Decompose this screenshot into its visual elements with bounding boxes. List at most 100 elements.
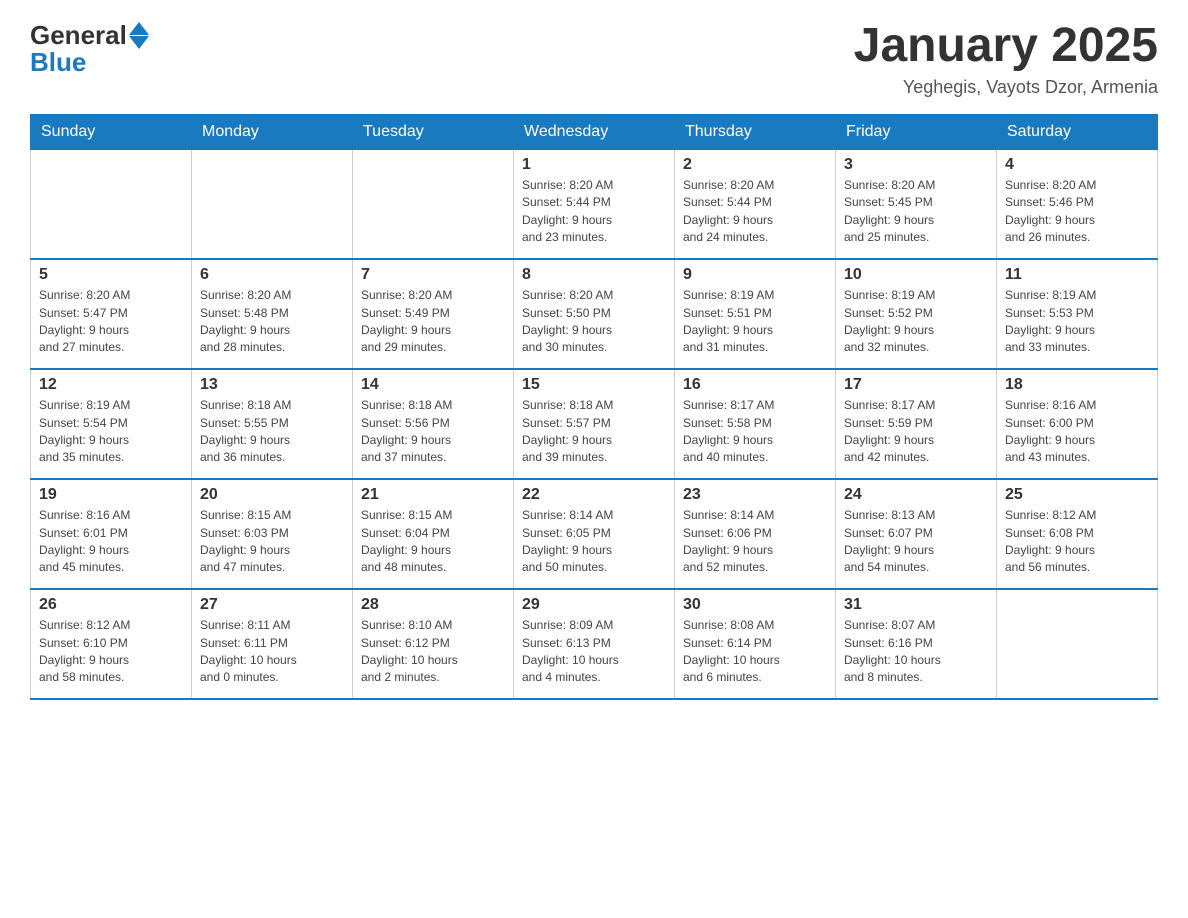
- day-info: Sunrise: 8:19 AMSunset: 5:53 PMDaylight:…: [1005, 287, 1149, 357]
- day-info: Sunrise: 8:19 AMSunset: 5:51 PMDaylight:…: [683, 287, 827, 357]
- day-number: 24: [844, 486, 988, 504]
- calendar-subtitle: Yeghegis, Vayots Dzor, Armenia: [854, 77, 1158, 98]
- calendar-cell: 28Sunrise: 8:10 AMSunset: 6:12 PMDayligh…: [353, 589, 514, 699]
- calendar-cell: 5 Sunrise: 8:20 AMSunset: 5:47 PMDaylight…: [31, 259, 192, 369]
- day-info: Sunrise: 8:07 AMSunset: 6:16 PMDaylight:…: [844, 617, 988, 687]
- day-number: 13: [200, 376, 344, 394]
- day-number: 4: [1005, 156, 1149, 174]
- day-number: 6: [200, 266, 344, 284]
- calendar-cell: 8 Sunrise: 8:20 AMSunset: 5:50 PMDaylight…: [514, 259, 675, 369]
- day-number: 12: [39, 376, 183, 394]
- day-number: 23: [683, 486, 827, 504]
- calendar-table: SundayMondayTuesdayWednesdayThursdayFrid…: [30, 114, 1158, 701]
- day-info: Sunrise: 8:11 AMSunset: 6:11 PMDaylight:…: [200, 617, 344, 687]
- calendar-cell: 10 Sunrise: 8:19 AMSunset: 5:52 PMDayligh…: [836, 259, 997, 369]
- day-info: Sunrise: 8:08 AMSunset: 6:14 PMDaylight:…: [683, 617, 827, 687]
- calendar-week-row: 1 Sunrise: 8:20 AMSunset: 5:44 PMDaylight…: [31, 149, 1158, 259]
- day-info: Sunrise: 8:13 AMSunset: 6:07 PMDaylight:…: [844, 507, 988, 577]
- day-number: 28: [361, 596, 505, 614]
- calendar-cell: 19 Sunrise: 8:16 AMSunset: 6:01 PMDayligh…: [31, 479, 192, 589]
- calendar-cell: 21 Sunrise: 8:15 AMSunset: 6:04 PMDayligh…: [353, 479, 514, 589]
- calendar-cell: 18 Sunrise: 8:16 AMSunset: 6:00 PMDayligh…: [997, 369, 1158, 479]
- day-info: Sunrise: 8:20 AMSunset: 5:47 PMDaylight:…: [39, 287, 183, 357]
- calendar-cell: 27 Sunrise: 8:11 AMSunset: 6:11 PMDayligh…: [192, 589, 353, 699]
- day-info: Sunrise: 8:17 AMSunset: 5:59 PMDaylight:…: [844, 397, 988, 467]
- weekday-header: Friday: [836, 114, 997, 149]
- calendar-cell: 26 Sunrise: 8:12 AMSunset: 6:10 PMDayligh…: [31, 589, 192, 699]
- day-number: 19: [39, 486, 183, 504]
- day-info: Sunrise: 8:20 AMSunset: 5:49 PMDaylight:…: [361, 287, 505, 357]
- calendar-cell: 13 Sunrise: 8:18 AMSunset: 5:55 PMDayligh…: [192, 369, 353, 479]
- day-number: 7: [361, 266, 505, 284]
- calendar-cell: [31, 149, 192, 259]
- calendar-cell: [997, 589, 1158, 699]
- weekday-header: Saturday: [997, 114, 1158, 149]
- day-info: Sunrise: 8:19 AMSunset: 5:52 PMDaylight:…: [844, 287, 988, 357]
- day-info: Sunrise: 8:18 AMSunset: 5:55 PMDaylight:…: [200, 397, 344, 467]
- calendar-cell: 31 Sunrise: 8:07 AMSunset: 6:16 PMDayligh…: [836, 589, 997, 699]
- logo-blue: Blue: [30, 47, 86, 78]
- calendar-cell: 14Sunrise: 8:18 AMSunset: 5:56 PMDayligh…: [353, 369, 514, 479]
- day-number: 18: [1005, 376, 1149, 394]
- calendar-cell: 7 Sunrise: 8:20 AMSunset: 5:49 PMDaylight…: [353, 259, 514, 369]
- calendar-cell: 2 Sunrise: 8:20 AMSunset: 5:44 PMDaylight…: [675, 149, 836, 259]
- calendar-cell: 9 Sunrise: 8:19 AMSunset: 5:51 PMDaylight…: [675, 259, 836, 369]
- calendar-cell: 1 Sunrise: 8:20 AMSunset: 5:44 PMDaylight…: [514, 149, 675, 259]
- calendar-cell: 23 Sunrise: 8:14 AMSunset: 6:06 PMDayligh…: [675, 479, 836, 589]
- calendar-cell: 4Sunrise: 8:20 AMSunset: 5:46 PMDaylight…: [997, 149, 1158, 259]
- day-info: Sunrise: 8:15 AMSunset: 6:03 PMDaylight:…: [200, 507, 344, 577]
- calendar-cell: 12 Sunrise: 8:19 AMSunset: 5:54 PMDayligh…: [31, 369, 192, 479]
- calendar-cell: 20 Sunrise: 8:15 AMSunset: 6:03 PMDayligh…: [192, 479, 353, 589]
- day-number: 1: [522, 156, 666, 174]
- day-number: 9: [683, 266, 827, 284]
- day-number: 3: [844, 156, 988, 174]
- day-info: Sunrise: 8:20 AMSunset: 5:48 PMDaylight:…: [200, 287, 344, 357]
- calendar-cell: 29 Sunrise: 8:09 AMSunset: 6:13 PMDayligh…: [514, 589, 675, 699]
- weekday-header: Sunday: [31, 114, 192, 149]
- calendar-cell: 30Sunrise: 8:08 AMSunset: 6:14 PMDayligh…: [675, 589, 836, 699]
- day-info: Sunrise: 8:19 AMSunset: 5:54 PMDaylight:…: [39, 397, 183, 467]
- day-info: Sunrise: 8:20 AMSunset: 5:45 PMDaylight:…: [844, 177, 988, 247]
- calendar-cell: [192, 149, 353, 259]
- calendar-cell: [353, 149, 514, 259]
- calendar-cell: 16Sunrise: 8:17 AMSunset: 5:58 PMDayligh…: [675, 369, 836, 479]
- day-info: Sunrise: 8:17 AMSunset: 5:58 PMDaylight:…: [683, 397, 827, 467]
- day-number: 31: [844, 596, 988, 614]
- calendar-cell: 25Sunrise: 8:12 AMSunset: 6:08 PMDayligh…: [997, 479, 1158, 589]
- calendar-cell: 24 Sunrise: 8:13 AMSunset: 6:07 PMDayligh…: [836, 479, 997, 589]
- day-number: 8: [522, 266, 666, 284]
- day-number: 11: [1005, 266, 1149, 284]
- day-info: Sunrise: 8:14 AMSunset: 6:06 PMDaylight:…: [683, 507, 827, 577]
- day-number: 2: [683, 156, 827, 174]
- day-number: 29: [522, 596, 666, 614]
- day-number: 20: [200, 486, 344, 504]
- day-info: Sunrise: 8:20 AMSunset: 5:44 PMDaylight:…: [683, 177, 827, 247]
- day-info: Sunrise: 8:16 AMSunset: 6:01 PMDaylight:…: [39, 507, 183, 577]
- day-info: Sunrise: 8:12 AMSunset: 6:10 PMDaylight:…: [39, 617, 183, 687]
- weekday-header: Tuesday: [353, 114, 514, 149]
- day-info: Sunrise: 8:09 AMSunset: 6:13 PMDaylight:…: [522, 617, 666, 687]
- calendar-cell: 11 Sunrise: 8:19 AMSunset: 5:53 PMDayligh…: [997, 259, 1158, 369]
- calendar-week-row: 5 Sunrise: 8:20 AMSunset: 5:47 PMDaylight…: [31, 259, 1158, 369]
- day-number: 22: [522, 486, 666, 504]
- calendar-week-row: 19 Sunrise: 8:16 AMSunset: 6:01 PMDayligh…: [31, 479, 1158, 589]
- title-area: January 2025 Yeghegis, Vayots Dzor, Arme…: [854, 20, 1158, 98]
- day-number: 5: [39, 266, 183, 284]
- day-number: 25: [1005, 486, 1149, 504]
- day-info: Sunrise: 8:20 AMSunset: 5:44 PMDaylight:…: [522, 177, 666, 247]
- day-info: Sunrise: 8:15 AMSunset: 6:04 PMDaylight:…: [361, 507, 505, 577]
- day-info: Sunrise: 8:16 AMSunset: 6:00 PMDaylight:…: [1005, 397, 1149, 467]
- day-number: 27: [200, 596, 344, 614]
- day-info: Sunrise: 8:20 AMSunset: 5:50 PMDaylight:…: [522, 287, 666, 357]
- day-number: 17: [844, 376, 988, 394]
- logo: General Blue: [30, 20, 149, 78]
- weekday-header: Thursday: [675, 114, 836, 149]
- day-number: 10: [844, 266, 988, 284]
- day-number: 26: [39, 596, 183, 614]
- calendar-cell: 15Sunrise: 8:18 AMSunset: 5:57 PMDayligh…: [514, 369, 675, 479]
- calendar-week-row: 26 Sunrise: 8:12 AMSunset: 6:10 PMDayligh…: [31, 589, 1158, 699]
- calendar-week-row: 12 Sunrise: 8:19 AMSunset: 5:54 PMDayligh…: [31, 369, 1158, 479]
- day-number: 21: [361, 486, 505, 504]
- calendar-cell: 22Sunrise: 8:14 AMSunset: 6:05 PMDayligh…: [514, 479, 675, 589]
- calendar-cell: 17 Sunrise: 8:17 AMSunset: 5:59 PMDayligh…: [836, 369, 997, 479]
